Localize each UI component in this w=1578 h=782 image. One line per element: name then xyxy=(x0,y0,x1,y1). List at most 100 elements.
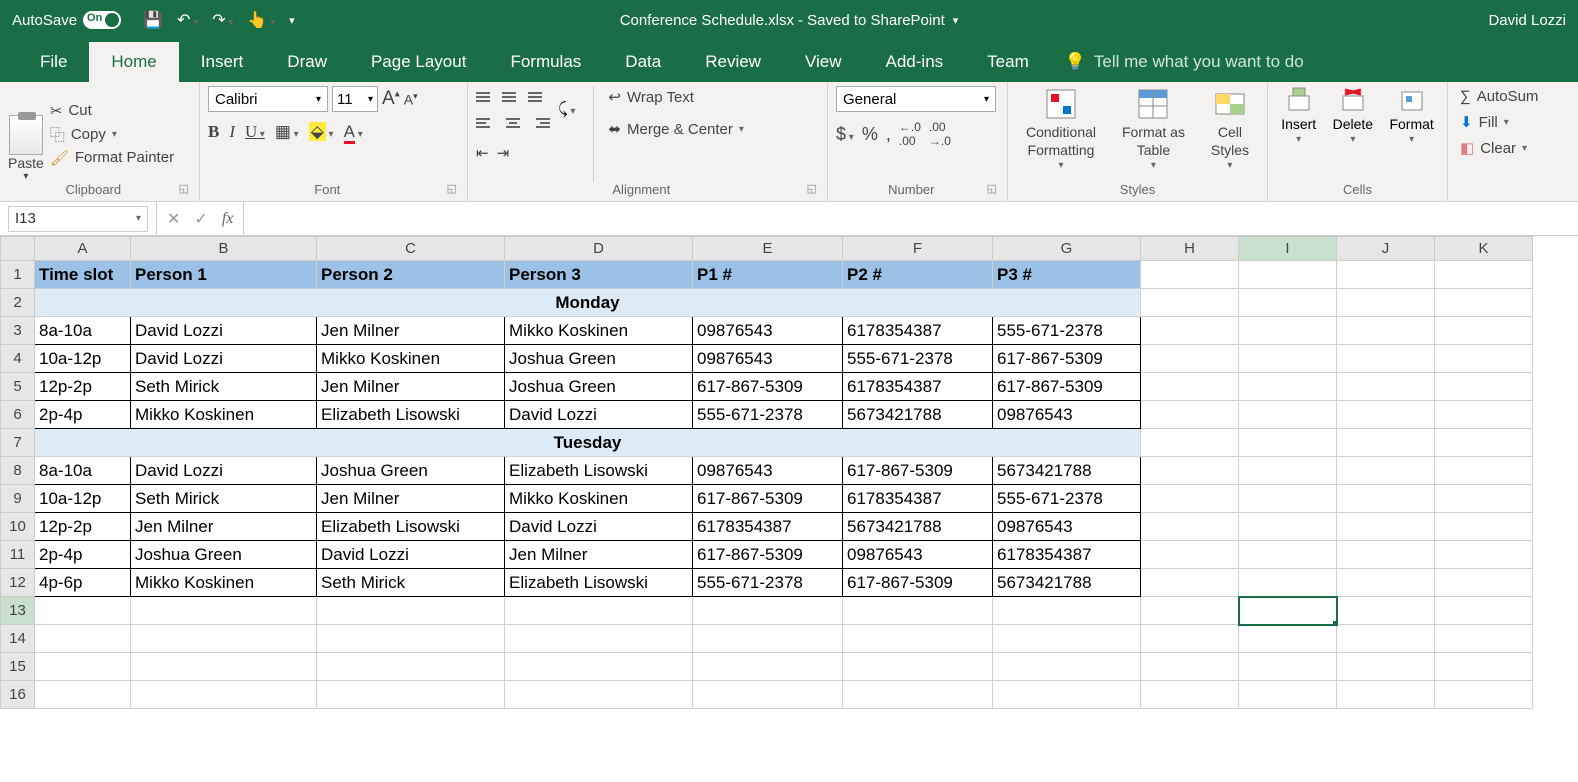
data-cell[interactable]: 617-867-5309 xyxy=(843,569,993,597)
data-cell[interactable]: David Lozzi xyxy=(131,345,317,373)
cell-K5[interactable] xyxy=(1435,373,1533,401)
decrease-decimal-icon[interactable]: .00→.0 xyxy=(929,120,951,148)
tab-draw[interactable]: Draw xyxy=(265,42,349,82)
cell-G13[interactable] xyxy=(993,597,1141,625)
cell-B14[interactable] xyxy=(131,625,317,653)
data-cell[interactable]: Mikko Koskinen xyxy=(131,401,317,429)
decrease-indent-icon[interactable]: ⇤ xyxy=(476,144,489,162)
fill-color-button[interactable]: ⬙ xyxy=(309,122,334,142)
cell-I2[interactable] xyxy=(1239,289,1337,317)
col-header-H[interactable]: H xyxy=(1141,237,1239,261)
cell-H1[interactable] xyxy=(1141,261,1239,289)
touch-icon[interactable]: 👆 xyxy=(247,10,275,30)
cell-H8[interactable] xyxy=(1141,457,1239,485)
cell-F14[interactable] xyxy=(843,625,993,653)
cell-J12[interactable] xyxy=(1337,569,1435,597)
cancel-icon[interactable]: ✕ xyxy=(167,209,180,229)
cell-B16[interactable] xyxy=(131,681,317,709)
col-header-K[interactable]: K xyxy=(1435,237,1533,261)
cell-C14[interactable] xyxy=(317,625,505,653)
cell-J13[interactable] xyxy=(1337,597,1435,625)
cell-H2[interactable] xyxy=(1141,289,1239,317)
cell-K13[interactable] xyxy=(1435,597,1533,625)
grow-font-icon[interactable]: A▴ xyxy=(382,88,400,110)
enter-icon[interactable]: ✓ xyxy=(194,209,207,229)
row-header-10[interactable]: 10 xyxy=(1,513,35,541)
cell-E16[interactable] xyxy=(693,681,843,709)
data-cell[interactable]: 12p-2p xyxy=(35,373,131,401)
table-header-cell[interactable]: Person 2 xyxy=(317,261,505,289)
col-header-J[interactable]: J xyxy=(1337,237,1435,261)
cell-D13[interactable] xyxy=(505,597,693,625)
col-header-E[interactable]: E xyxy=(693,237,843,261)
border-button[interactable]: ▦ xyxy=(275,122,299,142)
cell-H13[interactable] xyxy=(1141,597,1239,625)
data-cell[interactable]: 5673421788 xyxy=(993,457,1141,485)
data-cell[interactable]: Seth Mirick xyxy=(131,485,317,513)
cell-H6[interactable] xyxy=(1141,401,1239,429)
row-header-5[interactable]: 5 xyxy=(1,373,35,401)
data-cell[interactable]: 617-867-5309 xyxy=(693,541,843,569)
cut-button[interactable]: ✂Cut xyxy=(50,102,174,120)
cell-B13[interactable] xyxy=(131,597,317,625)
tab-review[interactable]: Review xyxy=(683,42,783,82)
conditional-formatting-button[interactable]: ConditionalFormatting xyxy=(1020,86,1102,182)
cell-K16[interactable] xyxy=(1435,681,1533,709)
cell-I11[interactable] xyxy=(1239,541,1337,569)
cell-I1[interactable] xyxy=(1239,261,1337,289)
cell-E15[interactable] xyxy=(693,653,843,681)
cell-styles-button[interactable]: CellStyles xyxy=(1205,86,1255,182)
format-as-table-button[interactable]: Format asTable xyxy=(1116,86,1191,182)
formula-input[interactable] xyxy=(244,206,1578,232)
data-cell[interactable]: Jen Milner xyxy=(505,541,693,569)
number-launcher-icon[interactable]: ◱ xyxy=(987,182,999,199)
cell-K11[interactable] xyxy=(1435,541,1533,569)
tab-insert[interactable]: Insert xyxy=(179,42,266,82)
data-cell[interactable]: 6178354387 xyxy=(843,485,993,513)
autosave-toggle[interactable]: AutoSave On xyxy=(12,11,121,29)
cell-A15[interactable] xyxy=(35,653,131,681)
cell-J4[interactable] xyxy=(1337,345,1435,373)
row-header-4[interactable]: 4 xyxy=(1,345,35,373)
row-header-6[interactable]: 6 xyxy=(1,401,35,429)
spreadsheet-grid[interactable]: ABCDEFGHIJK1Time slotPerson 1Person 2Per… xyxy=(0,236,1578,709)
copy-button[interactable]: ⿻Copy xyxy=(50,124,174,145)
chevron-down-icon[interactable]: ▾ xyxy=(953,14,959,27)
cell-J7[interactable] xyxy=(1337,429,1435,457)
cell-D14[interactable] xyxy=(505,625,693,653)
cell-J6[interactable] xyxy=(1337,401,1435,429)
cell-K8[interactable] xyxy=(1435,457,1533,485)
cell-J9[interactable] xyxy=(1337,485,1435,513)
cell-D15[interactable] xyxy=(505,653,693,681)
row-header-16[interactable]: 16 xyxy=(1,681,35,709)
font-launcher-icon[interactable]: ◱ xyxy=(447,182,459,199)
data-cell[interactable]: 10a-12p xyxy=(35,345,131,373)
col-header-D[interactable]: D xyxy=(505,237,693,261)
cell-K2[interactable] xyxy=(1435,289,1533,317)
cell-C16[interactable] xyxy=(317,681,505,709)
data-cell[interactable]: Joshua Green xyxy=(317,457,505,485)
data-cell[interactable]: 555-671-2378 xyxy=(843,345,993,373)
data-cell[interactable]: Joshua Green xyxy=(505,345,693,373)
cell-G16[interactable] xyxy=(993,681,1141,709)
fill-button[interactable]: ⬇Fill xyxy=(1456,111,1550,133)
cell-C13[interactable] xyxy=(317,597,505,625)
save-icon[interactable]: 💾 xyxy=(143,10,163,30)
cell-E14[interactable] xyxy=(693,625,843,653)
row-header-2[interactable]: 2 xyxy=(1,289,35,317)
cell-J14[interactable] xyxy=(1337,625,1435,653)
data-cell[interactable]: Elizabeth Lisowski xyxy=(505,457,693,485)
cell-K15[interactable] xyxy=(1435,653,1533,681)
data-cell[interactable]: Elizabeth Lisowski xyxy=(317,401,505,429)
cell-F13[interactable] xyxy=(843,597,993,625)
font-color-button[interactable]: A xyxy=(344,122,363,142)
table-header-cell[interactable]: P1 # xyxy=(693,261,843,289)
data-cell[interactable]: 2p-4p xyxy=(35,401,131,429)
orientation-button[interactable]: ⤹ xyxy=(558,101,575,119)
tab-home[interactable]: Home xyxy=(89,42,178,82)
cell-C15[interactable] xyxy=(317,653,505,681)
merge-center-button[interactable]: ⬌Merge & Center xyxy=(604,118,748,140)
data-cell[interactable]: 617-867-5309 xyxy=(843,457,993,485)
cell-B15[interactable] xyxy=(131,653,317,681)
data-cell[interactable]: 5673421788 xyxy=(843,513,993,541)
